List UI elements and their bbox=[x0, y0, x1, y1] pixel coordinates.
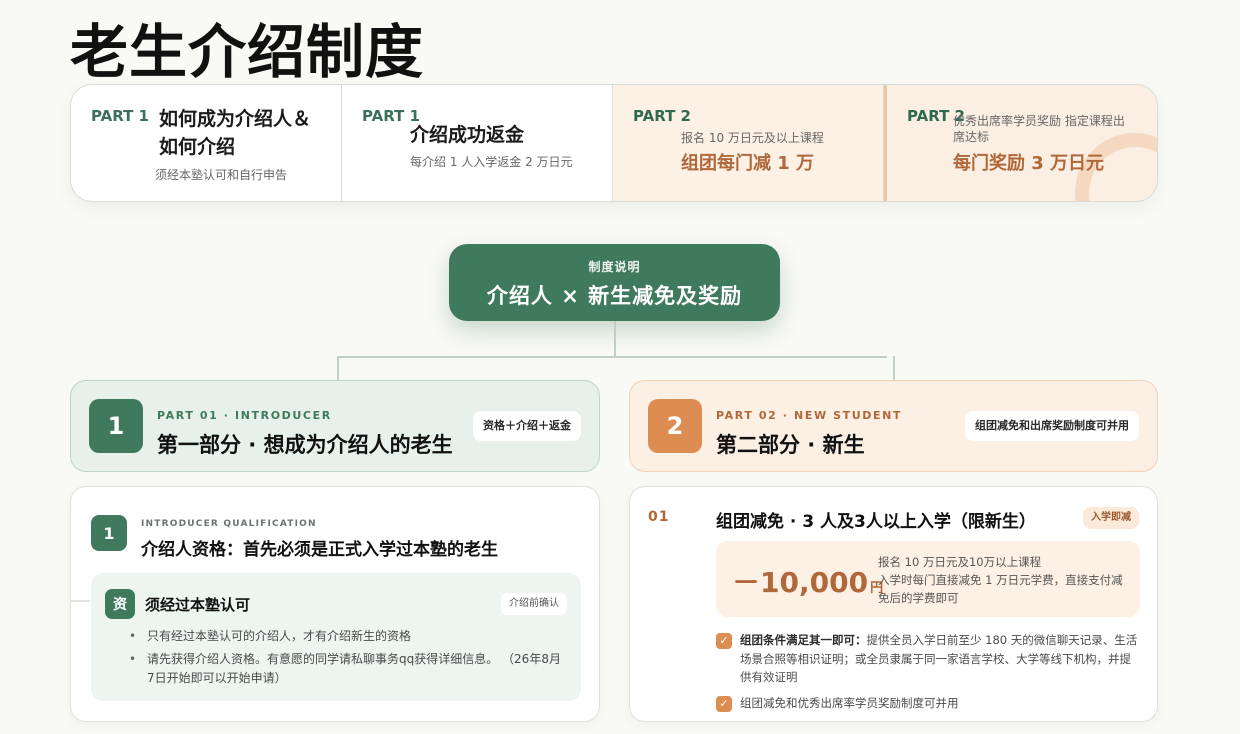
list-item: 只有经过本塾认可的介绍人，才有介绍新生的资格 bbox=[127, 627, 567, 646]
item-number: 01 bbox=[648, 509, 670, 525]
section-kicker: PART 02 · NEW STUDENT bbox=[716, 409, 903, 422]
summary-sub: 报名 10 万日元及以上课程 bbox=[681, 131, 824, 145]
section-2-header: 2 PART 02 · NEW STUDENT 第二部分 · 新生 组团减免和出… bbox=[629, 380, 1158, 472]
summary-main: 介绍成功返金 bbox=[410, 124, 525, 146]
summary-highlight: 组团每门减 1 万 bbox=[681, 153, 815, 174]
checkmark-icon: ✓ bbox=[716, 695, 732, 712]
section-kicker: PART 01 · INTRODUCER bbox=[157, 409, 332, 422]
summary-sub: 每介绍 1 人入学返金 2 万日元 bbox=[410, 155, 573, 169]
discount-amount: －10,000 円 bbox=[732, 561, 883, 601]
item-number: 1 bbox=[91, 515, 127, 551]
item-pill: 入学即减 bbox=[1083, 507, 1139, 529]
price-panel: －10,000 円 报名 10 万日元及10万以上课程 入学时每门直接减免 1 万… bbox=[716, 541, 1140, 617]
group-discount-card: 01 组团减免 · 3 人及3人以上入学（限新生） 入学即减 －10,000 円 … bbox=[629, 486, 1158, 722]
page-title: 老生介绍制度 bbox=[70, 18, 425, 86]
bullet-list: 只有经过本塾认可的介绍人，才有介绍新生的资格 请先获得介绍人资格。有意愿的同学请… bbox=[127, 627, 567, 692]
check-lead: 组团条件满足其一即可： bbox=[740, 633, 867, 647]
item-title: 组团减免 · 3 人及3人以上入学（限新生） bbox=[716, 512, 1036, 532]
list-item: 请先获得介绍人资格。有意愿的同学请私聊事务qq获得详细信息。 （26年8月7日开… bbox=[127, 650, 567, 688]
check-text: 组团减免和优秀出席率学员奖励制度可并用 bbox=[740, 695, 959, 710]
item-kicker: INTRODUCER QUALIFICATION bbox=[141, 519, 317, 529]
decorative-line bbox=[70, 600, 90, 602]
section-pill: 资格＋介绍＋返金 bbox=[473, 411, 581, 441]
section-1-header: 1 PART 01 · INTRODUCER 第一部分 · 想成为介绍人的老生 … bbox=[70, 380, 600, 472]
connector-right bbox=[893, 356, 895, 380]
check-item: ✓ 组团条件满足其一即可：提供全员入学日前至少 180 天的微信聊天记录、生活场… bbox=[716, 631, 1140, 687]
summary-cell-1: PART 1 如何成为介绍人＆ 如何介绍 须经本塾认可和自行申告 bbox=[71, 85, 342, 201]
panel-tag: 介绍前确认 bbox=[501, 593, 567, 615]
summary-strip: PART 1 如何成为介绍人＆ 如何介绍 须经本塾认可和自行申告 PART 1 … bbox=[70, 84, 1158, 202]
summary-sub: 优秀出席率学员奖励 指定课程出席达标 bbox=[953, 114, 1125, 144]
summary-cell-4: PART 2 优秀出席率学员奖励 指定课程出席达标 每门奖励 3 万日元 bbox=[884, 85, 1157, 201]
check-item: ✓ 组团减免和优秀出席率学员奖励制度可并用 bbox=[716, 694, 1140, 713]
price-value: －10,000 bbox=[732, 566, 869, 599]
connector-vertical bbox=[614, 321, 616, 357]
section-pill: 组团减免和出席奖励制度可并用 bbox=[965, 411, 1139, 441]
center-banner: 制度说明 介绍人 × 新生减免及奖励 bbox=[449, 244, 780, 321]
summary-main: 如何成为介绍人＆ 如何介绍 bbox=[159, 108, 312, 158]
part-tag: PART 2 bbox=[633, 107, 691, 125]
summary-cell-2: PART 1 介绍成功返金 每介绍 1 人入学返金 2 万日元 bbox=[342, 85, 613, 201]
check-list: ✓ 组团条件满足其一即可：提供全员入学日前至少 180 天的微信聊天记录、生活场… bbox=[716, 631, 1140, 719]
qualification-card: 1 INTRODUCER QUALIFICATION 介绍人资格：首先必须是正式… bbox=[70, 486, 600, 722]
approval-panel: 资 须经过本塾认可 介绍前确认 只有经过本塾认可的介绍人，才有介绍新生的资格 请… bbox=[91, 573, 581, 701]
banner-title: 介绍人 × 新生减免及奖励 bbox=[486, 284, 743, 308]
summary-cell-3: PART 2 报名 10 万日元及以上课程 组团每门减 1 万 bbox=[613, 85, 884, 201]
section-title: 第二部分 · 新生 bbox=[716, 433, 865, 457]
part-tag: PART 1 bbox=[91, 107, 149, 125]
section-number: 1 bbox=[89, 399, 143, 453]
qualification-badge: 资 bbox=[105, 589, 135, 619]
item-title: 介绍人资格：首先必须是正式入学过本塾的老生 bbox=[141, 540, 498, 560]
price-description: 报名 10 万日元及10万以上课程 入学时每门直接减免 1 万日元学费，直接支付… bbox=[878, 555, 1123, 605]
connector-horizontal bbox=[337, 356, 887, 358]
connector-left bbox=[337, 356, 339, 380]
panel-title: 须经过本塾认可 bbox=[145, 596, 251, 614]
summary-sub: 须经本塾认可和自行申告 bbox=[155, 168, 288, 182]
section-title: 第一部分 · 想成为介绍人的老生 bbox=[157, 433, 453, 457]
section-number: 2 bbox=[648, 399, 702, 453]
banner-subtitle: 制度说明 bbox=[588, 260, 641, 274]
checkmark-icon: ✓ bbox=[716, 633, 732, 649]
summary-highlight: 每门奖励 3 万日元 bbox=[953, 153, 1105, 174]
